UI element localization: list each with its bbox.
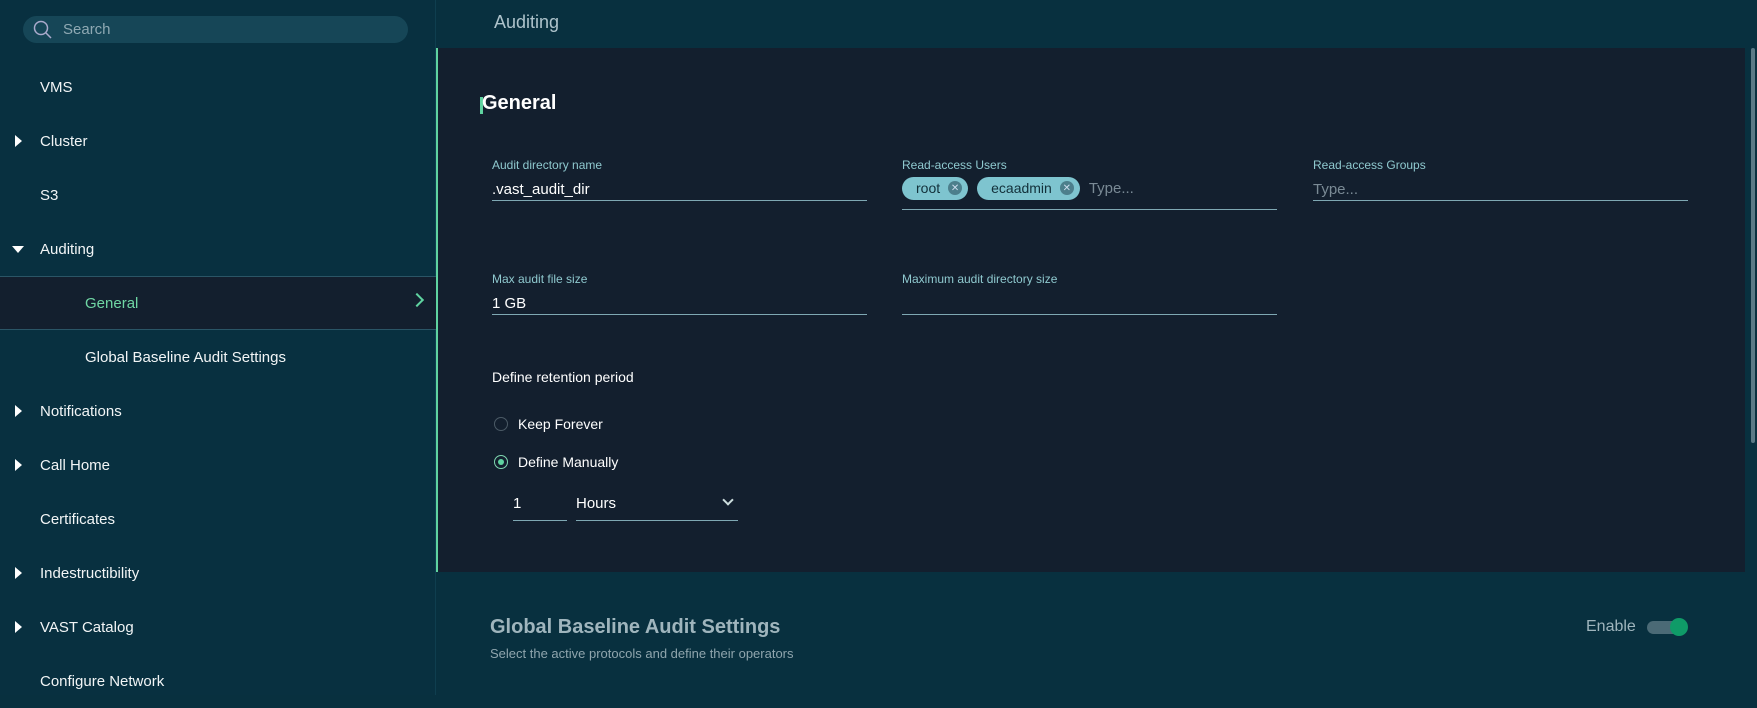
- max-directory-size-value[interactable]: [902, 292, 1277, 314]
- field-label: Read-access Users: [902, 158, 1007, 172]
- sidebar-item-certificates[interactable]: Certificates: [0, 492, 436, 546]
- remove-chip-icon[interactable]: ✕: [1059, 181, 1074, 195]
- sidebar-item-call-home[interactable]: Call Home: [0, 438, 436, 492]
- caret-right-icon[interactable]: [15, 459, 22, 471]
- baseline-subtitle: Select the active protocols and define t…: [490, 646, 794, 661]
- radio-define-manually[interactable]: Define Manually: [494, 454, 618, 470]
- max-directory-size-field[interactable]: Maximum audit directory size: [902, 272, 1277, 315]
- sidebar-item-label: Cluster: [40, 132, 88, 150]
- radio-keep-forever[interactable]: Keep Forever: [494, 416, 603, 432]
- sidebar-item-label: Call Home: [40, 456, 111, 474]
- sidebar-item-indestructibility[interactable]: Indestructibility: [0, 546, 436, 600]
- retention-label: Define retention period: [492, 369, 634, 385]
- chevron-down-icon: [722, 494, 734, 506]
- field-label: Audit directory name: [492, 158, 603, 172]
- sidebar-item-notifications[interactable]: Notifications: [0, 384, 436, 438]
- user-chip: root ✕: [902, 176, 969, 200]
- sidebar-item-label: VAST Catalog: [40, 618, 134, 636]
- radio-icon[interactable]: [494, 417, 508, 431]
- retention-amount-input[interactable]: 1: [513, 490, 567, 521]
- sidebar-item-vast-catalog[interactable]: VAST Catalog: [0, 600, 436, 654]
- caret-right-icon[interactable]: [15, 405, 22, 417]
- users-input-placeholder[interactable]: Type...: [1089, 180, 1134, 197]
- caret-down-icon[interactable]: [12, 246, 24, 253]
- sidebar-item-label: Global Baseline Audit Settings: [85, 348, 286, 366]
- field-label: Max audit file size: [492, 272, 588, 286]
- sidebar-item-label: General: [85, 294, 139, 312]
- caret-right-icon[interactable]: [15, 621, 22, 633]
- max-file-size-value[interactable]: 1 GB: [492, 292, 867, 314]
- baseline-title: Global Baseline Audit Settings: [490, 616, 781, 638]
- enable-label: Enable: [1586, 618, 1636, 635]
- user-chip: ecaadmin ✕: [977, 176, 1080, 200]
- remove-chip-icon[interactable]: ✕: [948, 181, 963, 195]
- retention-unit-select[interactable]: Hours: [576, 490, 738, 521]
- sidebar-item-label: Certificates: [40, 510, 116, 528]
- scrollbar[interactable]: [1751, 48, 1755, 443]
- caret-right-icon[interactable]: [15, 567, 22, 579]
- sidebar-item-cluster[interactable]: Cluster: [0, 114, 436, 168]
- search-box[interactable]: [23, 16, 408, 43]
- sidebar-item-general[interactable]: General: [0, 276, 436, 330]
- search-input[interactable]: [63, 21, 383, 38]
- sidebar-item-vms[interactable]: VMS: [0, 60, 436, 114]
- sidebar-item-label: S3: [40, 186, 59, 204]
- audit-directory-value[interactable]: .vast_audit_dir: [492, 178, 867, 200]
- page-title: Auditing: [494, 12, 560, 32]
- max-file-size-field[interactable]: Max audit file size 1 GB: [492, 272, 867, 315]
- sidebar-item-label: Auditing: [40, 240, 95, 258]
- sidebar-item-label: VMS: [40, 78, 73, 96]
- read-access-users-field[interactable]: Read-access Users root ✕ ecaadmin ✕ Type..…: [902, 158, 1277, 210]
- section-title: General: [482, 92, 557, 114]
- chevron-right-icon: [409, 292, 425, 308]
- general-section: General Audit directory name .vast_audit…: [436, 48, 1745, 572]
- field-label: Maximum audit directory size: [902, 272, 1058, 286]
- sidebar-item-configure-network[interactable]: Configure Network: [0, 654, 436, 708]
- search-icon: [33, 20, 52, 39]
- sidebar-item-label: Indestructibility: [40, 564, 140, 582]
- sidebar-item-auditing[interactable]: Auditing: [0, 222, 436, 276]
- sidebar-item-label: Configure Network: [40, 672, 165, 690]
- field-label: Read-access Groups: [1313, 158, 1426, 172]
- groups-input-placeholder[interactable]: Type...: [1313, 178, 1688, 200]
- read-access-groups-field[interactable]: Read-access Groups Type...: [1313, 158, 1688, 201]
- audit-directory-field[interactable]: Audit directory name .vast_audit_dir: [492, 158, 867, 201]
- sidebar-item-global-baseline-audit-settings[interactable]: Global Baseline Audit Settings: [0, 330, 436, 384]
- sidebar-item-s3[interactable]: S3: [0, 168, 436, 222]
- radio-selected-icon[interactable]: [494, 455, 508, 469]
- sidebar: VMS Cluster S3 Auditing General Global Baseli…: [0, 0, 436, 695]
- sidebar-item-label: Notifications: [40, 402, 122, 420]
- enable-toggle[interactable]: [1647, 618, 1688, 636]
- caret-right-icon[interactable]: [15, 135, 22, 147]
